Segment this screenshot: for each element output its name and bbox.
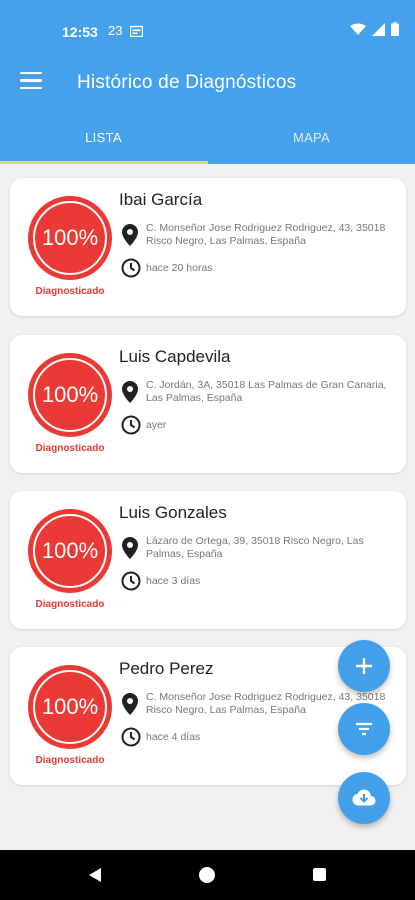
time-ago: hace 20 horas xyxy=(146,262,213,274)
score-badge: 100% xyxy=(28,509,112,593)
score-badge: 100% xyxy=(28,665,112,749)
add-button[interactable] xyxy=(338,640,390,692)
time-ago: hace 4 días xyxy=(146,731,201,743)
wifi-icon xyxy=(350,23,366,35)
add-icon xyxy=(356,658,372,674)
menu-icon[interactable] xyxy=(20,72,42,92)
location-pin-icon xyxy=(122,381,138,403)
score-value: 100% xyxy=(41,538,99,563)
diagnosis-card[interactable]: 100% Diagnosticado Ibai García C. Monseñ… xyxy=(10,178,406,316)
diagnosis-card[interactable]: 100% Diagnosticado Luis Capdevila C. Jor… xyxy=(10,335,406,473)
page-title: Histórico de Diagnósticos xyxy=(77,72,297,93)
battery-icon xyxy=(391,22,399,36)
download-button[interactable] xyxy=(338,772,390,824)
patient-name: Ibai García xyxy=(119,190,203,209)
tab-lista[interactable]: LISTA xyxy=(0,110,207,164)
status-label: Diagnosticado xyxy=(35,443,105,454)
clock-icon xyxy=(121,258,141,278)
status-bar: 12:53 23 xyxy=(0,0,415,60)
back-icon[interactable] xyxy=(88,867,102,883)
filter-button[interactable] xyxy=(338,703,390,755)
status-label: Diagnosticado xyxy=(35,286,105,297)
status-label: Diagnosticado xyxy=(35,755,105,766)
score-value: 100% xyxy=(41,225,99,250)
location-pin-icon xyxy=(122,693,138,715)
patient-name: Luis Gonzales xyxy=(119,503,227,522)
location-pin-icon xyxy=(122,537,138,559)
signal-icon xyxy=(372,22,385,36)
location-pin-icon xyxy=(122,224,138,246)
address-text: C. Jordán, 3A, 35018 Las Palmas de Gran … xyxy=(146,379,387,404)
diagnosis-card[interactable]: 100% Diagnosticado Luis Gonzales Lázaro … xyxy=(10,491,406,629)
address-text: Lázaro de Ortega, 39, 35018 Risco Negro,… xyxy=(146,535,364,560)
calendar-icon xyxy=(130,25,144,37)
time-ago: hace 3 días xyxy=(146,575,201,587)
notification-indicator: 23 xyxy=(108,23,123,38)
score-value: 100% xyxy=(41,694,99,719)
score-badge: 100% xyxy=(28,196,112,280)
clock-icon xyxy=(121,571,141,591)
address-text: C. Monseñor Jose Rodriguez Rodriguez, 43… xyxy=(146,222,386,247)
cloud-download-icon xyxy=(352,789,376,806)
patient-name: Luis Capdevila xyxy=(119,347,231,366)
home-icon[interactable] xyxy=(199,867,215,883)
status-time: 12:53 xyxy=(62,24,98,40)
filter-icon xyxy=(356,722,372,736)
tab-bar: LISTA MAPA xyxy=(0,110,415,164)
clock-icon xyxy=(121,415,141,435)
score-badge: 100% xyxy=(28,353,112,437)
app-bar: Histórico de Diagnósticos xyxy=(0,60,415,110)
status-label: Diagnosticado xyxy=(35,599,105,610)
tab-mapa[interactable]: MAPA xyxy=(208,110,415,164)
clock-icon xyxy=(121,727,141,747)
system-nav-bar xyxy=(0,850,415,900)
score-value: 100% xyxy=(41,382,99,407)
patient-name: Pedro Perez xyxy=(119,659,214,678)
recent-apps-icon[interactable] xyxy=(313,868,326,881)
time-ago: ayer xyxy=(146,419,167,431)
